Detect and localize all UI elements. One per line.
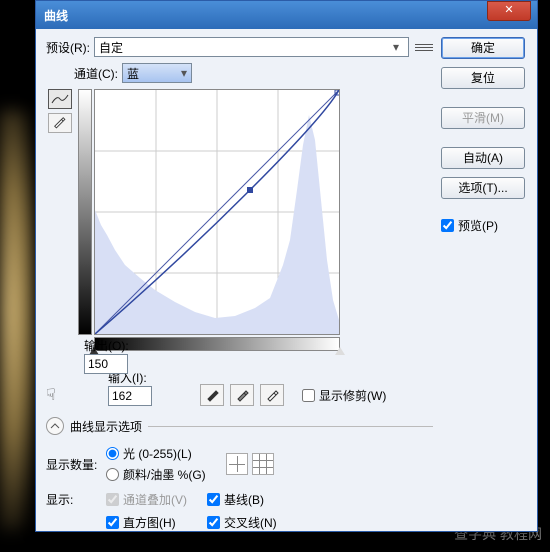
curve-point[interactable] [247, 187, 253, 193]
grid-simple-button[interactable] [226, 453, 248, 475]
pencil-icon [53, 116, 67, 130]
gray-eyedropper[interactable] [230, 384, 254, 406]
titlebar: 曲线 ✕ [36, 1, 537, 29]
disclosure-toggle[interactable] [46, 417, 64, 435]
disclosure-label: 曲线显示选项 [70, 418, 142, 435]
curve-icon [51, 93, 69, 105]
curves-dialog: 曲线 ✕ 预设(R): 自定 ▾ 通道(C): 蓝 ▾ [35, 0, 538, 532]
target-adjust-icon[interactable]: ☟ [46, 385, 74, 405]
dialog-title: 曲线 [44, 7, 487, 24]
curve-tool-point[interactable] [48, 89, 72, 109]
eyedropper-icon [265, 388, 279, 402]
baseline-label: 基线(B) [224, 491, 264, 508]
overlay-label: 通道叠加(V) [123, 491, 187, 508]
chevron-down-icon: ▾ [181, 66, 187, 80]
output-label: 输出(O): [84, 337, 129, 354]
preview-label: 预览(P) [458, 217, 498, 234]
output-field[interactable] [84, 354, 128, 374]
eyedropper-icon [205, 388, 219, 402]
input-field[interactable] [108, 386, 152, 406]
preview-checkbox[interactable] [441, 219, 454, 232]
chevron-down-icon: ▾ [388, 40, 404, 54]
ok-button[interactable]: 确定 [441, 37, 525, 59]
eyedropper-icon [235, 388, 249, 402]
output-gradient [78, 89, 92, 335]
pigment-radio-label: 颜料/油墨 %(G) [123, 466, 206, 483]
curves-graph[interactable] [94, 89, 340, 335]
intersection-checkbox[interactable] [207, 516, 220, 529]
chevron-up-icon [50, 421, 60, 431]
black-eyedropper[interactable] [200, 384, 224, 406]
overlay-checkbox[interactable] [106, 493, 119, 506]
white-point-slider[interactable] [335, 347, 345, 355]
smooth-button: 平滑(M) [441, 107, 525, 129]
options-button[interactable]: 选项(T)... [441, 177, 525, 199]
histogram-label: 直方图(H) [123, 514, 176, 531]
close-button[interactable]: ✕ [487, 1, 531, 21]
light-radio[interactable] [106, 447, 119, 460]
white-eyedropper[interactable] [260, 384, 284, 406]
channel-value: 蓝 [127, 65, 139, 82]
show-clipping-checkbox[interactable] [302, 389, 315, 402]
pigment-radio[interactable] [106, 468, 119, 481]
curve-tool-pencil[interactable] [48, 113, 72, 133]
show-clipping-label: 显示修剪(W) [319, 387, 386, 404]
histogram-checkbox[interactable] [106, 516, 119, 529]
preset-select[interactable]: 自定 ▾ [94, 37, 409, 57]
channel-label: 通道(C): [74, 65, 118, 82]
show-label: 显示: [46, 491, 106, 508]
display-amount-label: 显示数量: [46, 456, 106, 473]
preset-label: 预设(R): [46, 39, 90, 56]
preset-value: 自定 [99, 39, 123, 56]
grid-detailed-button[interactable] [252, 453, 274, 475]
reset-button[interactable]: 复位 [441, 67, 525, 89]
baseline-checkbox[interactable] [207, 493, 220, 506]
light-radio-label: 光 (0-255)(L) [123, 445, 192, 462]
channel-select[interactable]: 蓝 ▾ [122, 63, 192, 83]
preset-menu-icon[interactable] [415, 38, 433, 56]
intersection-label: 交叉线(N) [224, 514, 277, 531]
auto-button[interactable]: 自动(A) [441, 147, 525, 169]
input-gradient[interactable] [94, 337, 340, 351]
